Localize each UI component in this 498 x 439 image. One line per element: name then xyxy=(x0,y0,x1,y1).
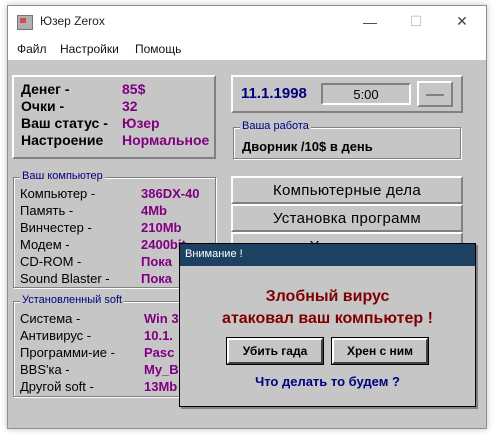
cdrom-value: Пока xyxy=(141,254,173,269)
antivirus-label: Антивирус - xyxy=(20,328,92,343)
programming-label: Программи-ие - xyxy=(20,345,115,360)
ram-value: 4Mb xyxy=(141,203,167,218)
maximize-button[interactable]: ☐ xyxy=(393,6,439,37)
software-group-title: Установленный soft xyxy=(20,294,125,306)
kill-virus-button[interactable]: Убить гада xyxy=(226,337,324,365)
dialog-title-bar: Внимание ! xyxy=(180,244,475,266)
menu-help[interactable]: Помощь xyxy=(135,42,181,56)
minimize-button[interactable]: — xyxy=(347,6,393,37)
window-title: Юзер Zerox xyxy=(40,14,105,28)
dialog-title: Внимание ! xyxy=(185,248,243,260)
time-box: 5:00 xyxy=(321,83,411,105)
job-text: Дворник /10$ в день xyxy=(242,139,373,154)
computer-affairs-button[interactable]: Компьютерные дела xyxy=(231,176,463,204)
dialog-message-line2: атаковал ваш компьютер ! xyxy=(222,310,433,327)
date-display: 11.1.1998 xyxy=(241,85,307,102)
os-label: Система - xyxy=(20,311,81,326)
bbs-label: BBS'ка - xyxy=(20,362,70,377)
computer-group-title: Ваш компьютер xyxy=(20,170,105,182)
menu-bar: Файл Настройки Помощь xyxy=(8,37,486,60)
dialog-message-line1: Злобный вирус xyxy=(265,288,390,305)
time-display: 5:00 xyxy=(353,87,379,102)
bbs-value: My_B xyxy=(144,362,179,377)
antivirus-value: 10.1. xyxy=(144,328,173,343)
hdd-value: 210Mb xyxy=(141,220,182,235)
cpu-label: Компьютер - xyxy=(20,186,96,201)
money-value: 85$ xyxy=(122,81,146,97)
rank-label: Ваш статус - xyxy=(21,115,108,131)
mood-label: Настроение xyxy=(21,132,104,148)
datetime-panel: 11.1.1998 5:00 xyxy=(231,75,463,113)
programming-value: Pasc xyxy=(144,345,175,360)
status-panel: Денег - 85$ Очки - 32 Ваш статус - Юзер … xyxy=(12,75,216,159)
points-value: 32 xyxy=(122,98,138,114)
money-label: Денег - xyxy=(21,81,70,97)
os-value: Win 3 xyxy=(144,311,179,326)
dialog-question: Что делать то будем ? xyxy=(255,374,400,389)
soundblaster-value: Пока xyxy=(141,271,173,286)
ignore-virus-button[interactable]: Хрен с ним xyxy=(331,337,429,365)
pause-button[interactable] xyxy=(417,81,453,107)
menu-settings[interactable]: Настройки xyxy=(60,42,119,56)
install-software-button[interactable]: Установка программ xyxy=(231,204,463,232)
points-label: Очки - xyxy=(21,98,65,114)
other-soft-value: 13Mb xyxy=(144,379,178,394)
other-soft-label: Другой soft - xyxy=(20,379,94,394)
cpu-value: 386DX-40 xyxy=(141,186,200,201)
soundblaster-label: Sound Blaster - xyxy=(20,271,110,286)
rank-value: Юзер xyxy=(122,115,160,131)
dash-icon xyxy=(426,94,444,96)
job-group: Ваша работа Дворник /10$ в день xyxy=(233,120,461,159)
hdd-label: Винчестер - xyxy=(20,220,92,235)
app-icon xyxy=(17,15,33,30)
job-group-title: Ваша работа xyxy=(240,120,311,132)
menu-file[interactable]: Файл xyxy=(17,42,47,56)
title-bar: Юзер Zerox — ☐ ✕ xyxy=(8,6,486,37)
mood-value: Нормальное xyxy=(122,132,210,148)
ram-label: Память - xyxy=(20,203,74,218)
modem-label: Модем - xyxy=(20,237,70,252)
cdrom-label: CD-ROM - xyxy=(20,254,82,269)
close-button[interactable]: ✕ xyxy=(439,6,485,37)
virus-alert-dialog: Внимание ! Злобный вирус атаковал ваш ко… xyxy=(179,243,476,407)
